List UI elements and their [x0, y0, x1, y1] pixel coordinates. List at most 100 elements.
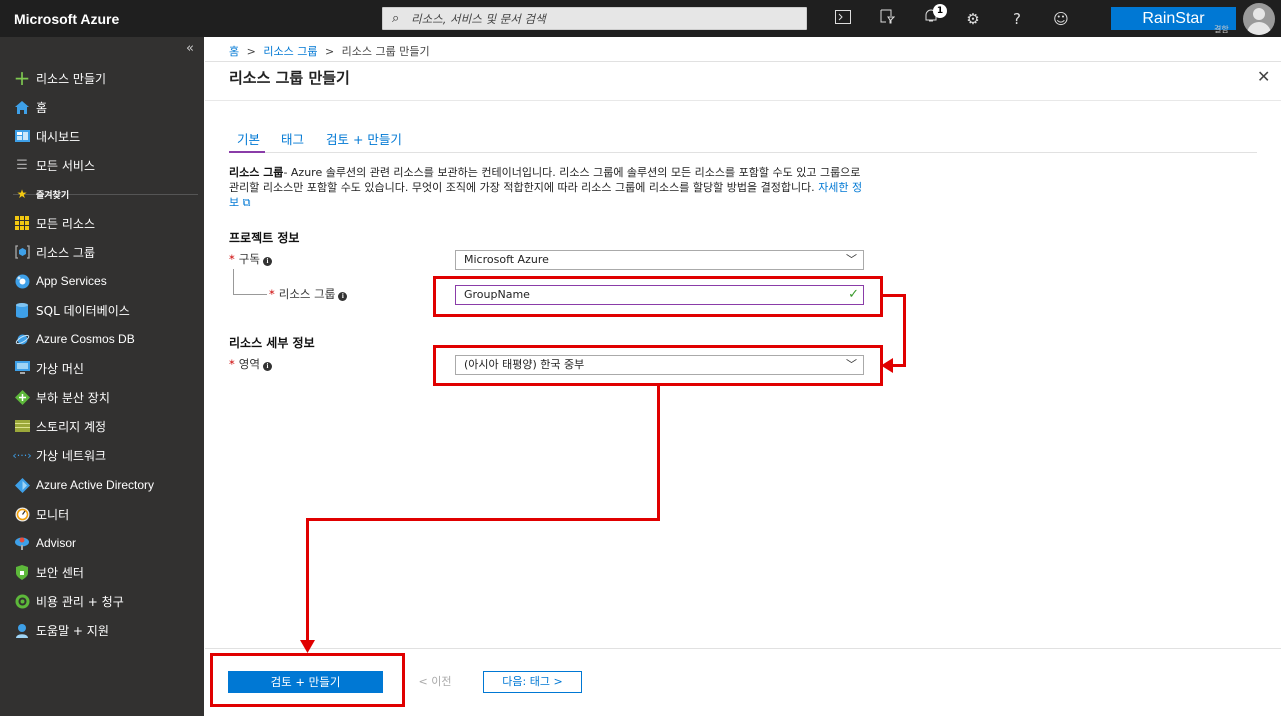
subscription-label: * 구독 i	[229, 251, 272, 267]
chevron-down-icon: ﹀	[846, 253, 857, 266]
breadcrumb-separator: >	[324, 45, 335, 58]
sidebar-item-label: 보안 센터	[36, 565, 84, 580]
sidebar-item-help-support[interactable]: 도움말 + 지원	[0, 616, 204, 644]
next-tags-button[interactable]: 다음: 태그 >	[483, 671, 582, 693]
sidebar-item-label: 가상 머신	[36, 361, 84, 376]
resource-group-field[interactable]: ✓	[455, 285, 864, 305]
sidebar-item-all-services[interactable]: ☰ 모든 서비스	[0, 151, 204, 179]
sidebar-item-security-center[interactable]: 보안 센터	[0, 558, 204, 586]
sidebar-item-load-balancers[interactable]: 부하 분산 장치	[0, 383, 204, 411]
active-directory-icon	[13, 477, 31, 493]
feedback-smiley-icon[interactable]: ☺	[1050, 8, 1072, 30]
sidebar-item-sql-database[interactable]: SQL 데이터베이스	[0, 296, 204, 324]
sidebar-item-label: 가상 네트워크	[36, 448, 107, 463]
storage-account-icon	[13, 418, 31, 434]
checkmark-icon: ✓	[848, 287, 859, 302]
help-icon[interactable]: ?	[1006, 8, 1028, 30]
info-icon[interactable]: i	[262, 257, 272, 266]
region-label: * 영역 i	[229, 356, 272, 372]
sidebar-item-home[interactable]: 홈	[0, 93, 204, 121]
plus-icon: +	[13, 66, 31, 90]
directory-filter-icon[interactable]	[876, 8, 898, 30]
chevron-down-icon: ﹀	[846, 358, 857, 371]
favorites-label: 즐겨찾기	[36, 190, 70, 201]
app-services-icon	[13, 273, 31, 289]
sidebar-item-cosmos-db[interactable]: Azure Cosmos DB	[0, 325, 204, 353]
info-icon[interactable]: i	[338, 292, 348, 301]
cloud-shell-icon[interactable]	[832, 8, 854, 30]
subscription-value: Microsoft Azure	[464, 253, 549, 266]
sidebar-item-label: 모든 리소스	[36, 216, 96, 231]
breadcrumb-home-link[interactable]: 홈	[229, 45, 239, 58]
resource-details-heading: 리소스 세부 정보	[229, 336, 315, 350]
sidebar-item-create-resource[interactable]: + 리소스 만들기	[0, 64, 204, 92]
sidebar-item-all-resources[interactable]: 모든 리소스	[0, 209, 204, 237]
user-directory-label: 결함	[1214, 25, 1229, 34]
sidebar-item-label: Azure Active Directory	[36, 478, 155, 492]
divider	[205, 100, 1281, 101]
brand-logo[interactable]: Microsoft Azure	[14, 11, 119, 27]
close-icon[interactable]: ✕	[1257, 67, 1270, 86]
sidebar-item-cost-management[interactable]: 비용 관리 + 청구	[0, 587, 204, 615]
sql-database-icon	[13, 302, 31, 318]
search-box[interactable]: ⌕	[382, 7, 807, 30]
sidebar-item-label: App Services	[36, 274, 107, 288]
sidebar-item-label: 대시보드	[36, 129, 81, 144]
subscription-select[interactable]: Microsoft Azure ﹀	[455, 250, 864, 270]
page-title: 리소스 그룹 만들기	[229, 69, 350, 87]
notification-badge: 1	[933, 4, 947, 18]
sidebar-item-virtual-networks[interactable]: ‹···› 가상 네트워크	[0, 441, 204, 469]
collapse-sidebar-button[interactable]: «	[186, 41, 194, 56]
sidebar-item-label: Azure Cosmos DB	[36, 332, 135, 346]
tab-tags[interactable]: 태그	[281, 129, 304, 153]
sidebar-item-advisor[interactable]: Advisor	[0, 529, 204, 557]
security-center-icon	[13, 564, 31, 580]
resource-group-label: * 리소스 그룹 i	[269, 286, 348, 302]
region-select[interactable]: (아시아 태평양) 한국 중부 ﹀	[455, 355, 864, 375]
star-icon: ★	[16, 187, 28, 201]
help-support-icon	[13, 622, 31, 638]
breadcrumb-resource-groups-link[interactable]: 리소스 그룹	[263, 45, 317, 58]
cost-management-icon	[13, 593, 31, 609]
search-input[interactable]	[411, 10, 791, 28]
notifications-icon[interactable]: 1	[920, 4, 947, 30]
sidebar-item-label: 모든 서비스	[36, 158, 96, 173]
sidebar-item-label: 부하 분산 장치	[36, 390, 110, 405]
advisor-icon	[13, 535, 31, 551]
sidebar-item-storage-accounts[interactable]: 스토리지 계정	[0, 412, 204, 440]
tree-connector	[233, 269, 267, 295]
tab-bar: 기본 태그 검토 + 만들기	[229, 129, 1257, 153]
search-icon: ⌕	[392, 11, 400, 26]
settings-gear-icon[interactable]: ⚙	[962, 8, 984, 30]
sidebar-item-resource-groups[interactable]: 리소스 그룹	[0, 238, 204, 266]
virtual-network-icon: ‹···›	[12, 448, 32, 462]
sidebar-item-monitor[interactable]: 모니터	[0, 500, 204, 528]
tab-basics[interactable]: 기본	[229, 129, 265, 153]
sidebar-item-virtual-machines[interactable]: 가상 머신	[0, 354, 204, 382]
description-term: 리소스 그룹	[229, 166, 284, 179]
sidebar-item-label: 도움말 + 지원	[36, 623, 109, 638]
main-panel: 홈 > 리소스 그룹 > 리소스 그룹 만들기 리소스 그룹 만들기 ✕ 기본 …	[205, 37, 1281, 716]
breadcrumb-separator: >	[246, 45, 256, 58]
favorites-header[interactable]: ★ 즐겨찾기	[0, 181, 204, 207]
sidebar-item-active-directory[interactable]: Azure Active Directory	[0, 471, 204, 499]
region-value: (아시아 태평양) 한국 중부	[464, 358, 585, 371]
tab-review-create[interactable]: 검토 + 만들기	[326, 129, 402, 153]
info-icon[interactable]: i	[262, 362, 272, 371]
sidebar-item-label: 홈	[36, 100, 48, 115]
resource-group-icon	[13, 244, 31, 260]
sidebar-item-label: SQL 데이터베이스	[36, 303, 130, 318]
sidebar: « + 리소스 만들기 홈 대시보드 ☰ 모든 서비스 ★ 즐겨찾기 모든 리소…	[0, 37, 204, 716]
load-balancer-icon	[13, 389, 31, 405]
resource-group-input[interactable]	[464, 288, 834, 301]
divider	[205, 61, 1281, 62]
sidebar-item-label: 비용 관리 + 청구	[36, 594, 124, 609]
description-text: - Azure 솔루션의 관련 리소스를 보관하는 컨테이너입니다. 리소스 그…	[229, 166, 861, 194]
sidebar-item-dashboard[interactable]: 대시보드	[0, 122, 204, 150]
previous-button[interactable]: < 이전	[405, 671, 465, 693]
review-create-button[interactable]: 검토 + 만들기	[228, 671, 383, 693]
external-link-icon: ⧉	[242, 196, 251, 209]
avatar[interactable]	[1243, 3, 1275, 35]
sidebar-item-app-services[interactable]: App Services	[0, 267, 204, 295]
virtual-machine-icon	[13, 360, 31, 376]
